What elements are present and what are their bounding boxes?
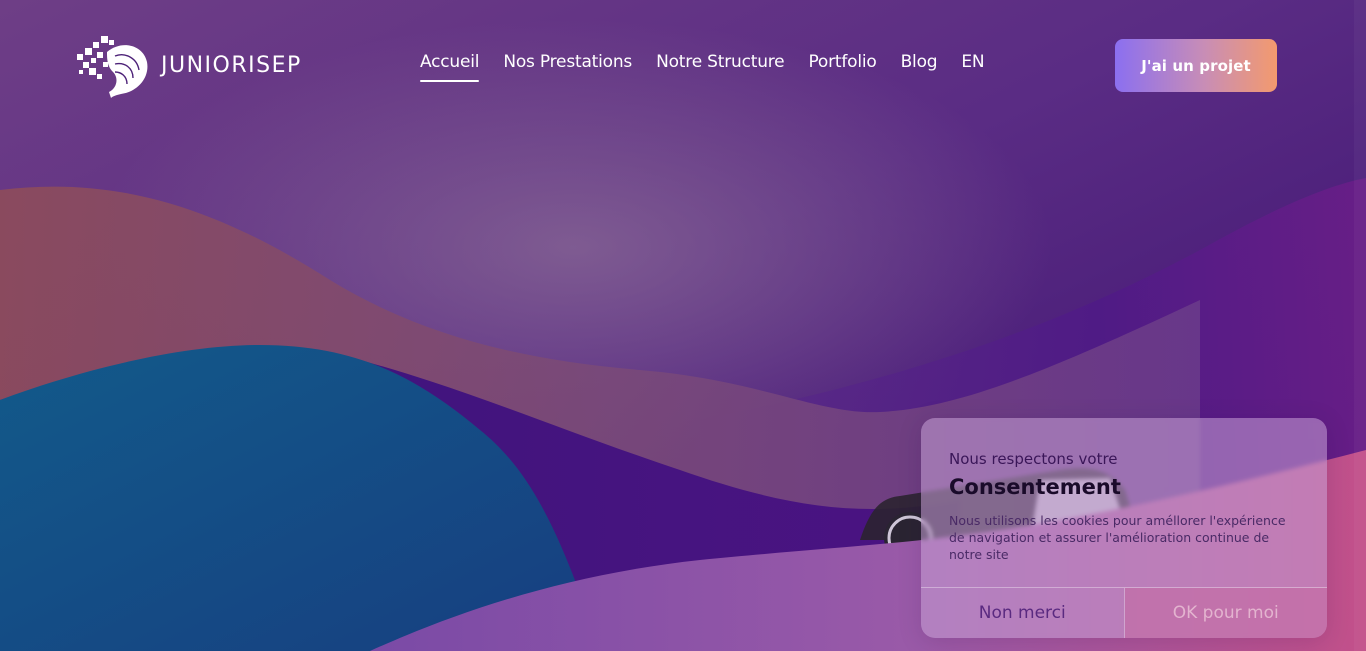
consent-actions: Non merci OK pour moi xyxy=(921,587,1327,638)
junior-isep-logo-icon xyxy=(77,36,148,98)
cookie-consent-panel: Nous respectons votre Consentement Nous … xyxy=(921,418,1327,638)
brand-name: JUNIORISEP xyxy=(161,52,302,78)
consent-decline-button[interactable]: Non merci xyxy=(921,588,1125,638)
nav-item-portfolio[interactable]: Portfolio xyxy=(808,52,876,82)
consent-accept-button[interactable]: OK pour moi xyxy=(1124,588,1327,638)
page-scrollbar[interactable] xyxy=(1354,0,1366,651)
nav-item-notre-structure[interactable]: Notre Structure xyxy=(656,52,785,82)
nav-item-nos-prestations[interactable]: Nos Prestations xyxy=(503,52,632,82)
page: JUNIORISEP Accueil Nos Prestations Notre… xyxy=(0,0,1366,651)
consent-description: Nous utilisons les cookies pour améllore… xyxy=(949,513,1286,562)
logo-link[interactable]: JUNIORISEP xyxy=(77,34,302,98)
nav-item-accueil[interactable]: Accueil xyxy=(420,52,480,82)
project-cta-button[interactable]: J'ai un projet xyxy=(1115,39,1277,92)
site-header: JUNIORISEP Accueil Nos Prestations Notre… xyxy=(0,0,1354,130)
consent-body: Nous respectons votre Consentement Nous … xyxy=(949,448,1299,563)
main-nav: Accueil Nos Prestations Notre Structure … xyxy=(420,52,985,82)
nav-item-language-en[interactable]: EN xyxy=(961,52,984,82)
consent-title: Consentement xyxy=(949,475,1121,499)
consent-intro: Nous respectons votre xyxy=(949,450,1118,468)
nav-item-blog[interactable]: Blog xyxy=(901,52,938,82)
